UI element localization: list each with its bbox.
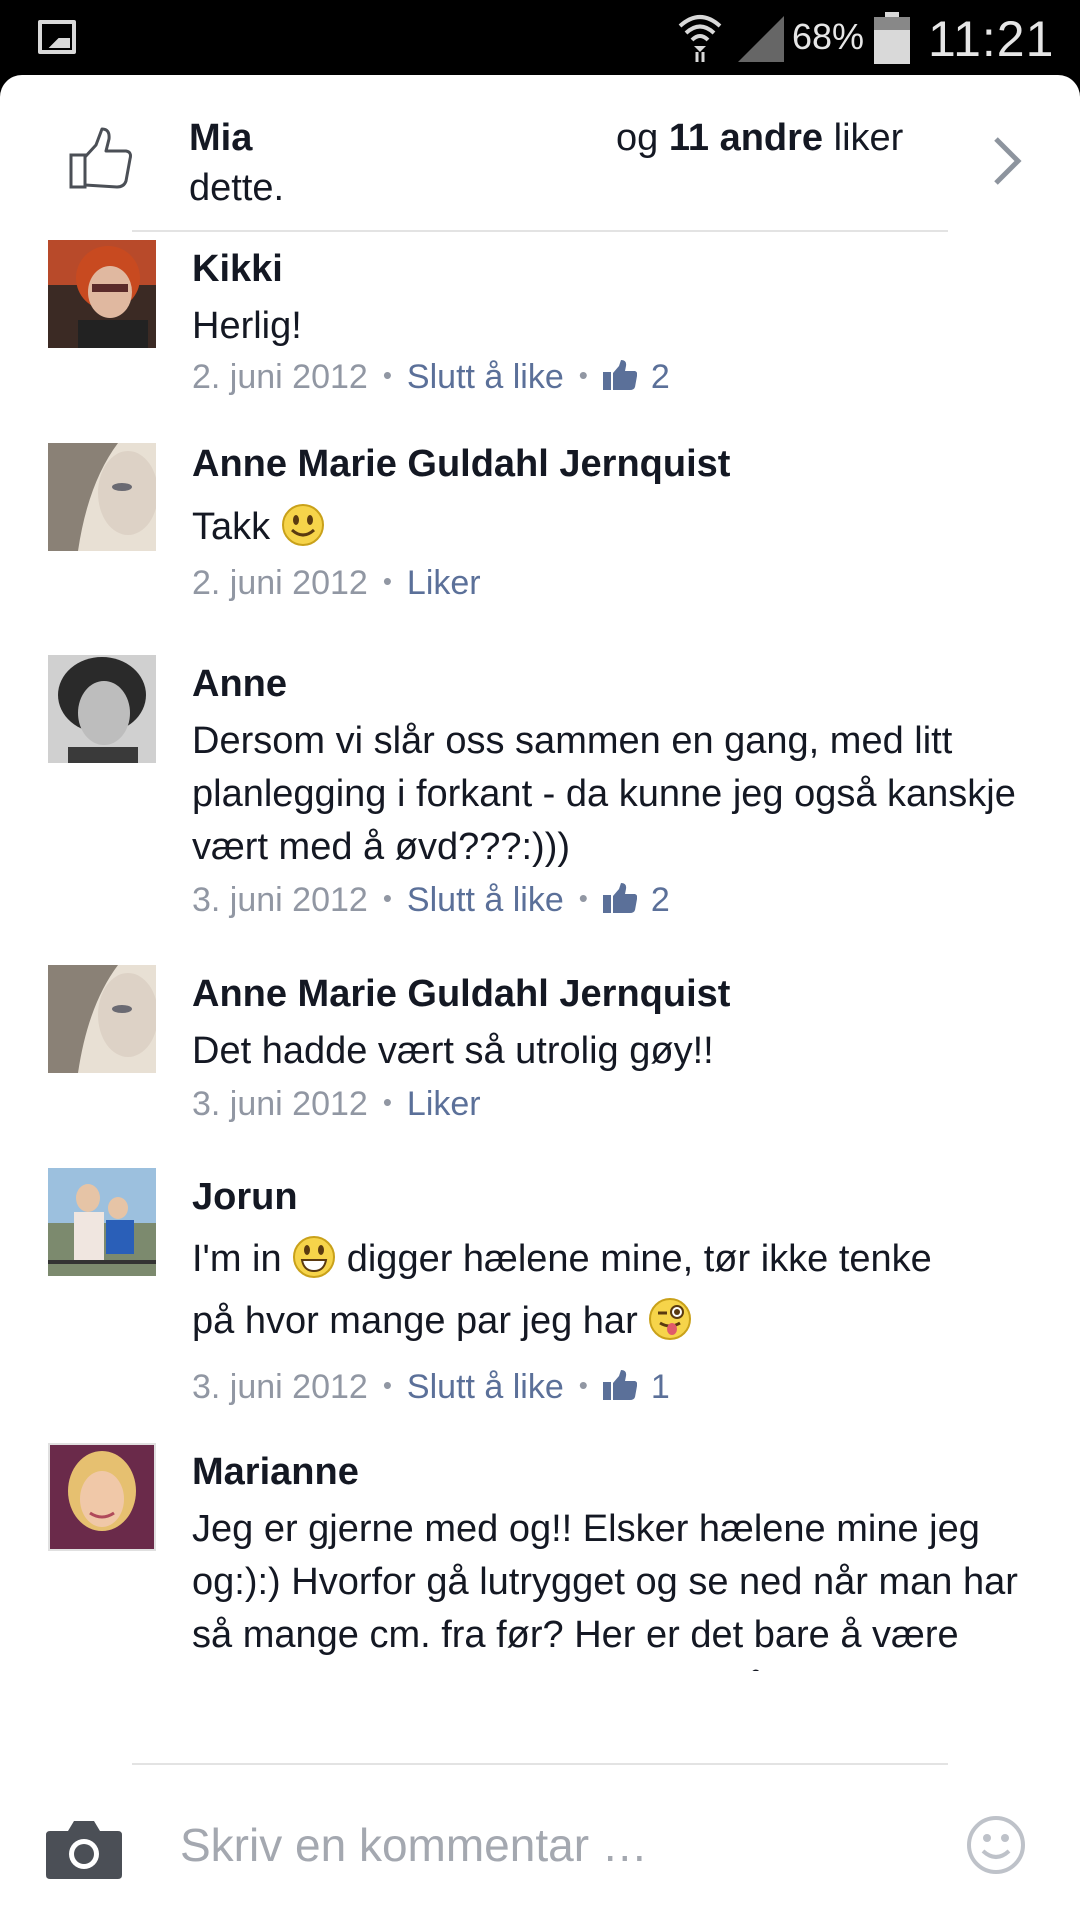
comment-text: Det hadde vært så utrolig gøy!! <box>192 1030 714 1072</box>
unlike-button[interactable]: Slutt å like <box>407 358 564 396</box>
liker-name[interactable]: Mia <box>189 113 252 163</box>
comment-date: 3. juni 2012 <box>192 881 368 919</box>
like-count[interactable]: 2 <box>651 881 670 919</box>
comment-meta: 2. juni 2012 • Liker <box>192 564 481 602</box>
comment-author[interactable]: Kikki <box>192 248 283 291</box>
avatar[interactable] <box>48 655 156 763</box>
comment-meta: 3. juni 2012 • Slutt å like • 1 <box>192 1368 670 1406</box>
comment-author[interactable]: Marianne <box>192 1451 359 1494</box>
like-button[interactable]: Liker <box>407 1085 481 1123</box>
chevron-right-icon[interactable] <box>990 135 1024 187</box>
signal-icon <box>738 16 784 62</box>
avatar[interactable] <box>48 240 156 348</box>
like-count[interactable]: 1 <box>651 1368 670 1406</box>
comment-author[interactable]: Anne Marie Guldahl Jernquist <box>192 973 730 1016</box>
comment-item: Marianne Jeg er gjerne med og!! Elsker h… <box>0 1443 1080 1671</box>
battery-percent: 68% <box>792 16 865 57</box>
comment-composer <box>0 1765 1080 1920</box>
grin-emoji-icon <box>293 1236 336 1278</box>
avatar[interactable] <box>48 1168 156 1276</box>
emoji-picker-icon[interactable] <box>966 1815 1026 1875</box>
like-count-icon <box>602 360 637 390</box>
comment-date: 3. juni 2012 <box>192 1368 368 1406</box>
unlike-button[interactable]: Slutt å like <box>407 881 564 919</box>
comment-meta: 3. juni 2012 • Slutt å like • 2 <box>192 881 670 919</box>
comment-date: 2. juni 2012 <box>192 564 368 602</box>
avatar[interactable] <box>48 965 156 1073</box>
comment-input[interactable] <box>180 1805 920 1885</box>
like-button[interactable]: Liker <box>407 564 481 602</box>
gallery-icon <box>38 20 76 54</box>
like-count-icon <box>602 1370 637 1400</box>
comment-date: 2. juni 2012 <box>192 358 368 396</box>
like-count[interactable]: 2 <box>651 358 670 396</box>
unlike-button[interactable]: Slutt å like <box>407 1368 564 1406</box>
comment-author[interactable]: Anne <box>192 663 287 706</box>
camera-icon[interactable] <box>46 1817 122 1879</box>
avatar[interactable] <box>48 443 156 551</box>
likes-summary[interactable]: Mia og 11 andre liker dette. <box>0 75 1080 231</box>
divider <box>132 230 948 232</box>
comment-author[interactable]: Jorun <box>192 1176 298 1219</box>
likes-others: og 11 andre liker <box>616 117 904 159</box>
clock: 11:21 <box>928 11 1055 67</box>
comment-text: Herlig! <box>192 305 302 347</box>
comment-author[interactable]: Anne Marie Guldahl Jernquist <box>192 443 730 486</box>
comment-meta: 3. juni 2012 • Liker <box>192 1085 481 1123</box>
thumbs-up-icon <box>69 127 132 189</box>
comment-text: Dersom vi slår oss sammen en gang, med l… <box>192 720 1016 868</box>
comment-meta: 2. juni 2012 • Slutt å like • 2 <box>192 358 670 396</box>
like-count-icon <box>602 883 637 913</box>
smiley-emoji-icon <box>281 504 324 546</box>
comment-text: Jeg er gjerne med og!! Elsker hælene min… <box>192 1508 1018 1671</box>
wink-tongue-emoji-icon <box>649 1298 692 1340</box>
comment-text: Takk <box>192 501 1022 554</box>
battery-icon <box>874 12 910 64</box>
comments-panel: Mia og 11 andre liker dette. Kikki Herli… <box>0 75 1080 1920</box>
likes-suffix: dette. <box>189 167 285 209</box>
wifi-icon <box>678 15 722 62</box>
comment-date: 3. juni 2012 <box>192 1085 368 1123</box>
status-bar: 68% 11:21 <box>0 0 1080 75</box>
avatar[interactable] <box>48 1443 156 1551</box>
comment-text: I'm in digger hælene mine, tør ikke tenk… <box>192 1228 1022 1352</box>
